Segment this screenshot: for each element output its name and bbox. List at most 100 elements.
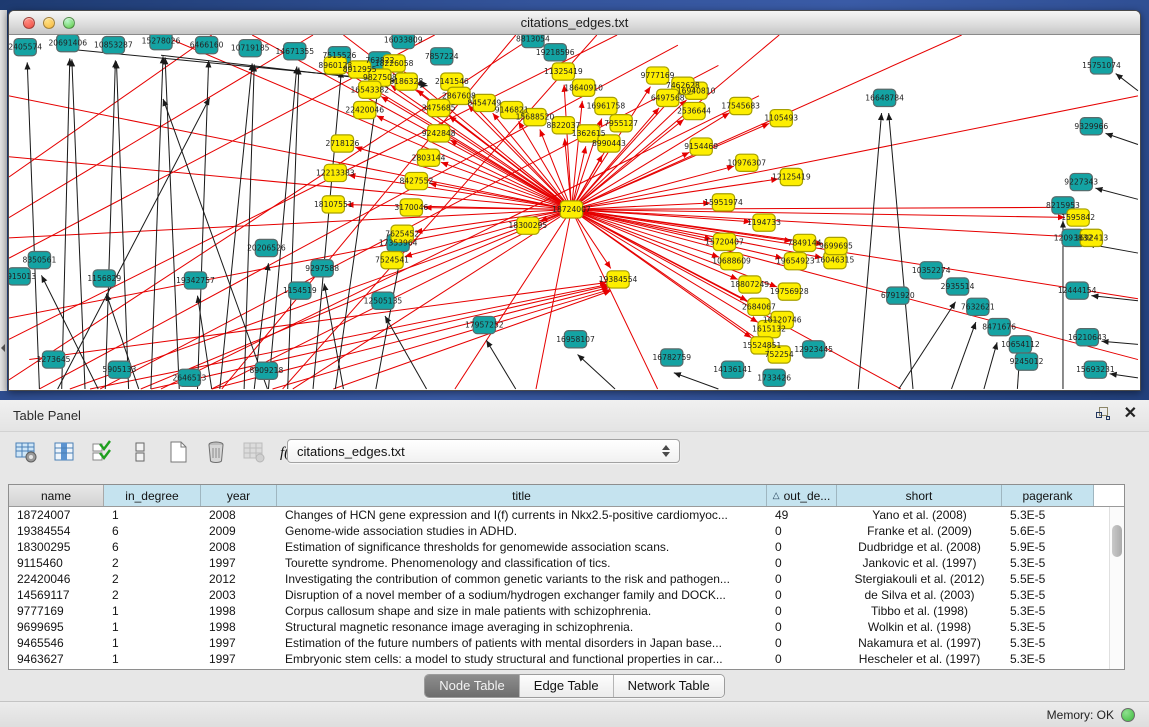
table-cell-in_degree[interactable]: 6 bbox=[104, 523, 201, 539]
graph-edge[interactable] bbox=[571, 209, 1138, 359]
table-cell-name[interactable]: 9465546 bbox=[9, 635, 104, 651]
table-cell-pagerank[interactable]: 5.3E-5 bbox=[1002, 603, 1094, 619]
table-cell-year[interactable]: 1997 bbox=[201, 635, 277, 651]
graph-edge[interactable] bbox=[1116, 74, 1138, 91]
graph-edge[interactable] bbox=[571, 207, 1050, 209]
graph-edge[interactable] bbox=[385, 316, 427, 389]
close-panel-icon[interactable]: ✕ bbox=[1124, 407, 1137, 421]
table-cell-in_degree[interactable]: 1 bbox=[104, 507, 201, 523]
table-row[interactable]: 946554611997Estimation of the future num… bbox=[9, 635, 1124, 651]
graph-edge[interactable] bbox=[889, 113, 913, 389]
graph-edge[interactable] bbox=[1095, 188, 1138, 199]
tab-node-table[interactable]: Node Table bbox=[425, 675, 520, 697]
graph-edge[interactable] bbox=[578, 354, 615, 388]
graph-edge[interactable] bbox=[355, 147, 571, 209]
table-row[interactable]: 2242004622012Investigating the contribut… bbox=[9, 571, 1124, 587]
tab-network-table[interactable]: Network Table bbox=[614, 675, 724, 697]
table-cell-title[interactable]: Genome-wide association studies in ADHD. bbox=[277, 523, 767, 539]
table-settings-button[interactable] bbox=[12, 438, 40, 466]
graph-edge[interactable] bbox=[674, 373, 719, 389]
table-cell-short[interactable]: Wolkin et al. (1998) bbox=[837, 619, 1002, 635]
zoom-window-button[interactable] bbox=[63, 17, 75, 29]
table-cell-name[interactable]: 22420046 bbox=[9, 571, 104, 587]
table-cell-short[interactable]: Franke et al. (2009) bbox=[837, 523, 1002, 539]
table-cell-pagerank[interactable]: 5.3E-5 bbox=[1002, 507, 1094, 523]
network-window-titlebar[interactable]: citations_edges.txt bbox=[9, 11, 1140, 35]
table-cell-title[interactable]: Changes of HCN gene expression and I(f) … bbox=[277, 507, 767, 523]
table-cell-year[interactable]: 1997 bbox=[201, 555, 277, 571]
table-cell-year[interactable]: 1997 bbox=[201, 651, 277, 667]
graph-edge[interactable] bbox=[161, 96, 759, 389]
graph-edge[interactable] bbox=[9, 96, 571, 210]
graph-edge[interactable] bbox=[9, 35, 212, 177]
minimize-window-button[interactable] bbox=[43, 17, 55, 29]
table-cell-title[interactable]: Tourette syndrome. Phenomenology and cla… bbox=[277, 555, 767, 571]
graph-edge[interactable] bbox=[27, 62, 39, 389]
table-cell-name[interactable]: 18300295 bbox=[9, 539, 104, 555]
table-cell-out_de[interactable]: 0 bbox=[767, 619, 837, 635]
table-cell-name[interactable]: 9463627 bbox=[9, 651, 104, 667]
table-cell-short[interactable]: Nakamura et al. (1997) bbox=[837, 635, 1002, 651]
graph-edge[interactable] bbox=[858, 113, 881, 389]
table-cell-pagerank[interactable]: 5.3E-5 bbox=[1002, 619, 1094, 635]
table-cell-title[interactable]: Estimation of the future numbers of pati… bbox=[277, 635, 767, 651]
table-cell-year[interactable]: 2012 bbox=[201, 571, 277, 587]
table-cell-out_de[interactable]: 49 bbox=[767, 507, 837, 523]
table-cell-in_degree[interactable]: 2 bbox=[104, 587, 201, 603]
table-cell-name[interactable]: 9699695 bbox=[9, 619, 104, 635]
table-cell-pagerank[interactable]: 5.3E-5 bbox=[1002, 635, 1094, 651]
table-cell-short[interactable]: de Silva et al. (2003) bbox=[837, 587, 1002, 603]
delete-rows-button[interactable] bbox=[202, 438, 230, 466]
table-source-select[interactable]: citations_edges.txt bbox=[287, 439, 680, 463]
close-window-button[interactable] bbox=[23, 17, 35, 29]
table-cell-name[interactable]: 9115460 bbox=[9, 555, 104, 571]
table-row[interactable]: 1830029562008Estimation of significance … bbox=[9, 539, 1124, 555]
table-cell-name[interactable]: 19384554 bbox=[9, 523, 104, 539]
table-cell-pagerank[interactable]: 5.6E-5 bbox=[1002, 523, 1094, 539]
table-cell-title[interactable]: Embryonic stem cells: a model to study s… bbox=[277, 651, 767, 667]
table-cell-out_de[interactable]: 0 bbox=[767, 571, 837, 587]
graph-edge[interactable] bbox=[151, 56, 163, 389]
row-check-select-button[interactable] bbox=[88, 438, 116, 466]
table-cell-title[interactable]: Disruption of a novel member of a sodium… bbox=[277, 587, 767, 603]
column-header-year[interactable]: year bbox=[201, 485, 277, 506]
table-cell-in_degree[interactable]: 1 bbox=[104, 619, 201, 635]
table-cell-in_degree[interactable]: 6 bbox=[104, 539, 201, 555]
table-cell-short[interactable]: Hescheler et al. (1997) bbox=[837, 651, 1002, 667]
table-cell-year[interactable]: 2003 bbox=[201, 587, 277, 603]
new-file-button[interactable] bbox=[164, 438, 192, 466]
table-cell-title[interactable]: Investigating the contribution of common… bbox=[277, 571, 767, 587]
table-cell-year[interactable]: 2008 bbox=[201, 507, 277, 523]
graph-edge[interactable] bbox=[1110, 374, 1138, 378]
graph-edge[interactable] bbox=[165, 57, 179, 389]
column-header-in_degree[interactable]: in_degree bbox=[104, 485, 201, 506]
table-row[interactable]: 1938455462009Genome-wide association stu… bbox=[9, 523, 1124, 539]
table-cell-year[interactable]: 1998 bbox=[201, 619, 277, 635]
table-cell-in_degree[interactable]: 1 bbox=[104, 603, 201, 619]
column-header-name[interactable]: name bbox=[9, 485, 104, 506]
table-cell-in_degree[interactable]: 2 bbox=[104, 555, 201, 571]
graph-edge[interactable] bbox=[288, 67, 299, 389]
table-cell-pagerank[interactable]: 5.3E-5 bbox=[1002, 555, 1094, 571]
table-cell-out_de[interactable]: 0 bbox=[767, 587, 837, 603]
table-row[interactable]: 1872400712008Changes of HCN gene express… bbox=[9, 507, 1124, 523]
graph-edge[interactable] bbox=[899, 302, 956, 389]
table-cell-pagerank[interactable]: 5.5E-5 bbox=[1002, 571, 1094, 587]
graph-edge[interactable] bbox=[1101, 341, 1137, 344]
table-row[interactable]: 911546021997Tourette syndrome. Phenomeno… bbox=[9, 555, 1124, 571]
graph-edge[interactable] bbox=[984, 342, 997, 389]
table-cell-pagerank[interactable]: 5.3E-5 bbox=[1002, 587, 1094, 603]
import-table-disabled-button[interactable] bbox=[240, 438, 268, 466]
table-cell-name[interactable]: 14569117 bbox=[9, 587, 104, 603]
table-cell-title[interactable]: Estimation of significance thresholds fo… bbox=[277, 539, 767, 555]
column-header-out_de[interactable]: △out_de... bbox=[767, 485, 837, 506]
table-row[interactable]: 977716911998Corpus callosum shape and si… bbox=[9, 603, 1124, 619]
table-cell-out_de[interactable]: 0 bbox=[767, 635, 837, 651]
table-cell-short[interactable]: Yano et al. (2008) bbox=[837, 507, 1002, 523]
graph-edge[interactable] bbox=[244, 64, 254, 389]
graph-edge[interactable] bbox=[952, 322, 976, 389]
table-cell-pagerank[interactable]: 5.9E-5 bbox=[1002, 539, 1094, 555]
table-row[interactable]: 1456911722003Disruption of a novel membe… bbox=[9, 587, 1124, 603]
graph-edge[interactable] bbox=[486, 340, 515, 389]
table-cell-out_de[interactable]: 0 bbox=[767, 555, 837, 571]
